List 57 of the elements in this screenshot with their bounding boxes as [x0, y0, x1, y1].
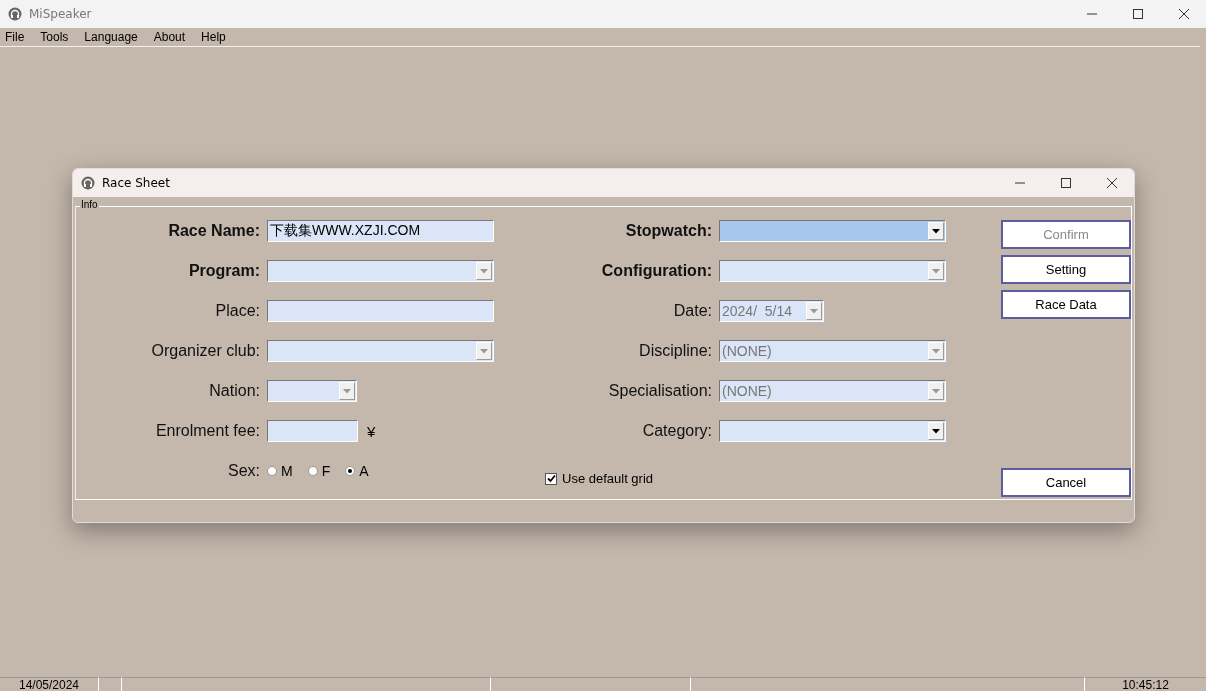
radio-option[interactable]: M [267, 463, 293, 479]
maximize-icon[interactable] [1132, 8, 1144, 20]
text-field[interactable] [267, 420, 358, 442]
field-label: Sex: [227, 462, 260, 480]
menu-item[interactable]: Language [84, 30, 138, 44]
status-time: 10:45:12 [1084, 677, 1206, 691]
field-label: Race Name: [167, 222, 260, 240]
cancel-button[interactable]: Cancel [1001, 468, 1131, 497]
caret-icon [932, 388, 940, 394]
radio-option[interactable]: A [345, 463, 369, 479]
checkbox[interactable] [545, 472, 557, 485]
text-field[interactable] [267, 300, 494, 322]
dropdown-field[interactable] [267, 380, 357, 402]
headset-icon [81, 176, 95, 190]
caret-icon [480, 348, 488, 354]
dialog-title: Race Sheet [102, 176, 170, 190]
checkbox-label: Use default grid [562, 471, 654, 486]
menu-item[interactable]: Help [201, 30, 226, 44]
field-label: Specialisation: [607, 382, 712, 400]
dropdown-field[interactable] [719, 220, 946, 242]
caret-icon [932, 268, 940, 274]
caret-icon [343, 388, 351, 394]
caret-icon [932, 428, 940, 434]
field-label: Date: [672, 302, 712, 320]
dropdown-button[interactable] [928, 422, 944, 440]
menu-item[interactable]: About [153, 30, 186, 44]
menu-item[interactable]: File [5, 30, 25, 44]
dialog-button[interactable]: Race Data [1001, 290, 1131, 319]
radio-option[interactable]: F [307, 463, 331, 479]
window-title: MiSpeaker [29, 7, 92, 21]
caret-icon [480, 268, 488, 274]
field-label: Place: [214, 302, 260, 320]
caret-icon [932, 348, 940, 354]
menu-item[interactable]: Tools [40, 30, 69, 44]
field-label: Nation: [208, 382, 260, 400]
dialog-button[interactable]: Setting [1001, 255, 1131, 284]
dropdown-field[interactable] [267, 260, 494, 282]
dropdown-field[interactable] [719, 420, 946, 442]
field-label: Program: [187, 262, 260, 280]
dropdown-button[interactable] [928, 222, 944, 240]
field-label: Stopwatch: [624, 222, 712, 240]
group-label: Info [80, 199, 99, 210]
status-date: 14/05/2024 [0, 677, 98, 691]
caret-icon [932, 228, 940, 234]
field-label: Category: [641, 422, 712, 440]
maximize-icon[interactable] [1060, 177, 1072, 189]
field-label: Organizer club: [150, 342, 260, 360]
field-label: Enrolment fee: [154, 422, 260, 440]
field-label: Configuration: [600, 262, 712, 280]
currency-symbol: ¥ [367, 422, 376, 440]
close-icon[interactable] [1178, 8, 1190, 20]
dropdown-field[interactable] [267, 340, 494, 362]
headset-icon [8, 7, 22, 21]
field-label: Discipline: [638, 342, 712, 360]
caret-icon [810, 308, 818, 314]
close-icon[interactable] [1106, 177, 1118, 189]
text-field[interactable]: 下载集WWW.XZJI.COM [267, 220, 494, 242]
